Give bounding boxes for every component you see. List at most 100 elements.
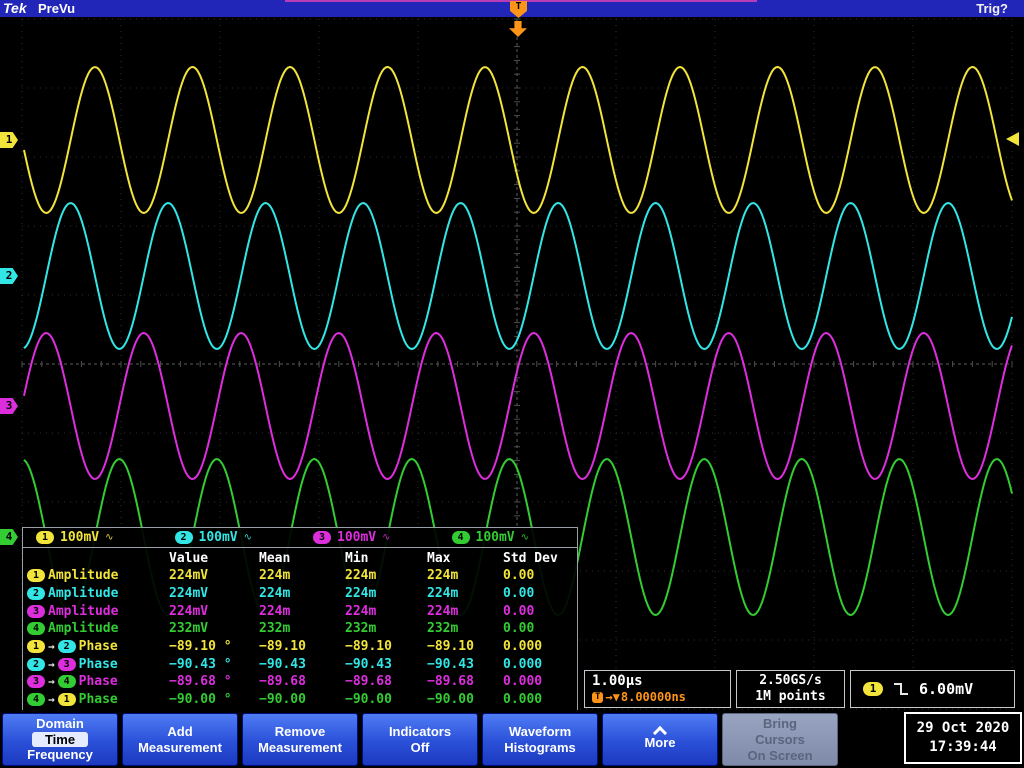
measurement-value: −89.68: [259, 674, 306, 690]
measurement-value: −89.10: [259, 639, 306, 655]
channel-3-badge-icon: 3: [27, 675, 45, 689]
channel-2-marker[interactable]: 2: [0, 268, 18, 284]
measurement-name: Amplitude: [48, 621, 119, 637]
measurement-value: −90.00: [345, 692, 392, 708]
column-header: Min: [345, 550, 369, 566]
measurement-name: Amplitude: [48, 586, 119, 602]
measurement-value: −89.10 °: [169, 639, 232, 655]
measurement-table: Value Mean Min Max Std Dev 1 Amplitude 224mV 224…: [23, 548, 577, 711]
button-label: Histograms: [504, 739, 576, 755]
channel-3-marker[interactable]: 3: [0, 398, 18, 414]
measurement-value: 224m: [345, 586, 377, 602]
measurement-value: −90.43: [427, 656, 474, 672]
menu-button-waveform-histograms[interactable]: Waveform Histograms: [482, 713, 598, 766]
measurement-value: 224m: [345, 603, 377, 619]
menu-button-indicators[interactable]: Indicators Off: [362, 713, 478, 766]
channel-1-readout[interactable]: 1 100mV ∿: [23, 530, 162, 545]
delay-value: 8.00000ns: [620, 690, 686, 704]
bottom-menu: Domain Time Frequency Add Measurement Remove M…: [0, 710, 1024, 768]
channel-4-badge-icon: 4: [57, 675, 76, 689]
measurement-value: 0.000: [503, 674, 543, 690]
button-label: Measurement: [258, 739, 342, 755]
channel-3-readout[interactable]: 3 100mV ∿: [300, 530, 439, 545]
acquisition-status: PreVu: [38, 1, 76, 16]
measurement-row: 1 → 2 Phase −89.10 ° −89.10 −89.10 −89.10 0.000: [23, 638, 577, 656]
record-length: 1M points: [755, 689, 826, 704]
channel-2-badge-icon: 2: [174, 531, 193, 544]
button-label: Remove: [274, 723, 326, 739]
trigger-t-icon: T: [592, 691, 604, 703]
menu-button-more[interactable]: More: [602, 713, 718, 766]
measurement-label: 1 Amplitude: [23, 568, 169, 583]
channel-4-marker[interactable]: 4: [0, 529, 18, 545]
coupling-icon: ∿: [105, 532, 114, 543]
delay-arrow-icon: →▼: [605, 690, 620, 704]
trigger-status-label: Trig?: [976, 1, 1008, 16]
trigger-level-marker-icon[interactable]: [1006, 132, 1019, 146]
channel-1-badge-icon: 1: [57, 693, 76, 707]
arrow-icon: →: [48, 640, 55, 654]
channel-1-badge-icon: 1: [27, 569, 45, 583]
measurement-header-row: Value Mean Min Max Std Dev: [23, 549, 577, 567]
menu-buttons: Domain Time Frequency Add Measurement Remove M…: [2, 713, 838, 766]
measurement-label: 4 Amplitude: [23, 621, 169, 636]
tek-logo: Tek: [3, 0, 27, 16]
timebase-readout: 1.00µs T →▼ 8.00000ns: [584, 670, 731, 708]
channel-scale-label: 100mV: [475, 530, 515, 545]
menu-button-add-measurement[interactable]: Add Measurement: [122, 713, 238, 766]
button-label: Cursors: [755, 731, 805, 747]
trigger-slope-icon: [894, 683, 908, 695]
measurement-panel: 1 100mV ∿ 2 100mV ∿ 3 100mV ∿ 4 100mV ∿ Value Mean Mi…: [22, 527, 578, 712]
measurement-value: −90.43 °: [169, 656, 232, 672]
timebase-scale: 1.00µs: [592, 673, 643, 689]
measurement-row: 4 → 1 Phase −90.00 ° −90.00 −90.00 −90.00 0.000: [23, 691, 577, 709]
channel-4-readout[interactable]: 4 100mV ∿: [439, 530, 578, 545]
button-label: Domain: [36, 716, 84, 731]
measurement-value: −90.43: [259, 656, 306, 672]
button-label: Bring: [763, 715, 797, 731]
measurement-value: 232m: [259, 621, 291, 637]
measurement-value: 232mV: [169, 621, 209, 637]
measurement-value: 0.00: [503, 621, 535, 637]
measurement-value: 232m: [427, 621, 459, 637]
measurement-value: −90.00 °: [169, 692, 232, 708]
arrow-icon: →: [48, 675, 55, 689]
channel-scale-label: 100mV: [198, 530, 238, 545]
coupling-icon: ∿: [520, 532, 530, 543]
measurement-value: 224m: [427, 586, 459, 602]
measurement-row: 1 Amplitude 224mV 224m 224m 224m 0.00: [23, 567, 577, 585]
measurement-value: 0.00: [503, 568, 535, 584]
button-label: Off: [410, 739, 430, 755]
measurement-value: 0.00: [503, 603, 535, 619]
measurement-value: 0.000: [503, 639, 543, 655]
channel-2-readout[interactable]: 2 100mV ∿: [162, 530, 301, 545]
measurement-row: 3 Amplitude 224mV 224m 224m 224m 0.00: [23, 602, 577, 620]
measurement-name: Phase: [78, 692, 118, 708]
menu-button-bring-cursors-on-screen[interactable]: Bring Cursors On Screen: [722, 713, 838, 766]
measurement-name: Amplitude: [48, 568, 119, 584]
measurement-value: −89.10: [345, 639, 392, 655]
channel-2-badge-icon: 2: [57, 640, 76, 654]
column-header: Max: [427, 550, 451, 566]
measurement-value: 224m: [427, 603, 459, 619]
measurement-label: 2 Amplitude: [23, 586, 169, 601]
menu-button-remove-measurement[interactable]: Remove Measurement: [242, 713, 358, 766]
measurement-value: −90.43: [345, 656, 392, 672]
measurement-name: Amplitude: [48, 603, 119, 619]
button-label: Add: [167, 723, 193, 739]
measurement-label: 3 → 4 Phase: [23, 674, 169, 689]
channel-3-badge-icon: 3: [27, 604, 45, 618]
channel-1-marker[interactable]: 1: [0, 132, 18, 148]
menu-button-domain[interactable]: Domain Time Frequency: [2, 713, 118, 766]
measurement-label: 2 → 3 Phase: [23, 657, 169, 672]
measurement-label: 3 Amplitude: [23, 604, 169, 619]
channel-1-badge-icon: 1: [27, 640, 45, 654]
measurement-value: −89.68 °: [169, 674, 232, 690]
measurement-row: 4 Amplitude 232mV 232m 232m 232m 0.00: [23, 620, 577, 638]
trigger-position-marker-icon[interactable]: [509, 21, 527, 37]
measurement-value: 0.000: [503, 656, 543, 672]
channel-1-badge-icon: 1: [36, 531, 54, 544]
arrow-icon: →: [48, 657, 55, 671]
measurement-name: Phase: [78, 656, 118, 672]
button-label: On Screen: [747, 747, 813, 763]
